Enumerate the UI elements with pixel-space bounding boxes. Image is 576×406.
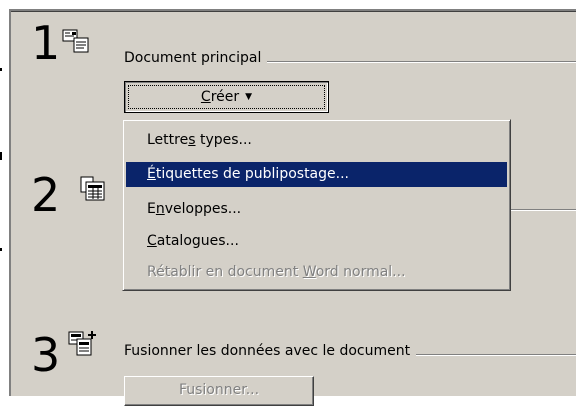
section-divider (510, 209, 576, 211)
edge-mark (0, 68, 2, 71)
merge-button[interactable]: Fusionner... (124, 376, 314, 406)
create-button[interactable]: Créer ▼ (124, 81, 329, 113)
menu-item-mailing-labels[interactable]: Étiquettes de publipostage... (126, 162, 507, 187)
step-2-number: 2 (31, 168, 61, 222)
create-dropdown-menu: Lettres types... Étiquettes de publipost… (122, 119, 511, 291)
caret-down-icon: ▼ (245, 92, 253, 102)
menu-item-restore-normal-document[interactable]: Rétablir en document Word normal... (126, 260, 507, 285)
data-source-icon (80, 176, 108, 204)
step-3-title: Fusionner les données avec le document (124, 343, 417, 359)
menu-item-envelopes[interactable]: Enveloppes... (126, 197, 507, 222)
merge-icon (68, 330, 96, 358)
edge-mark (0, 152, 2, 160)
menu-item-catalogs[interactable]: Catalogues... (126, 229, 507, 254)
menu-item-form-letters[interactable]: Lettres types... (126, 128, 507, 153)
step-1-number: 1 (31, 16, 61, 70)
step-1-title: Document principal (124, 50, 268, 66)
step-3-number: 3 (31, 328, 61, 382)
create-button-label: Créer ▼ (200, 89, 253, 105)
main-document-icon (62, 28, 90, 56)
edge-mark (0, 248, 2, 251)
